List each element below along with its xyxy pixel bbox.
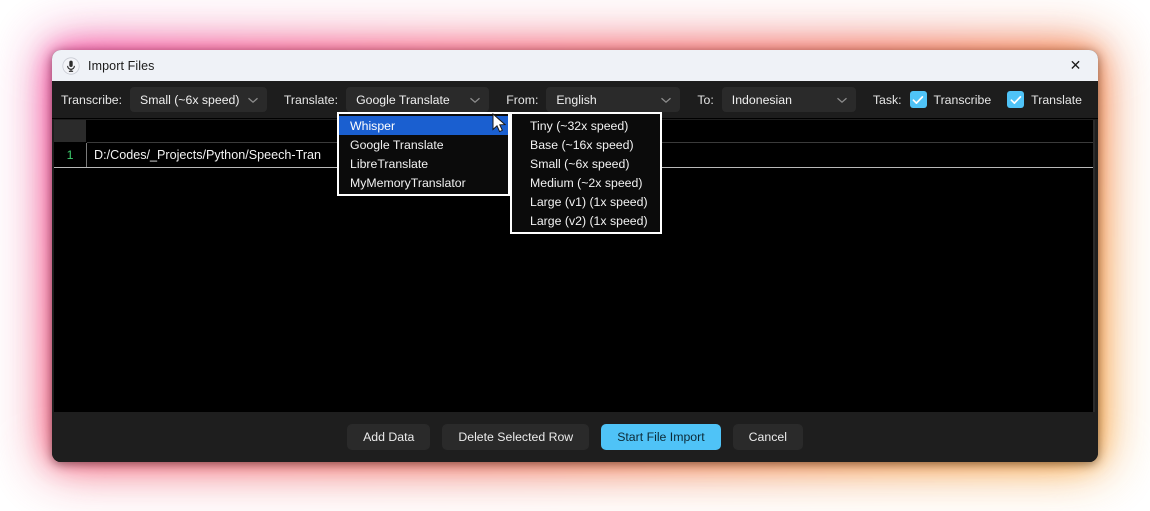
delete-selected-row-button[interactable]: Delete Selected Row [442,424,590,450]
footer-button-bar: Add Data Delete Selected Row Start File … [52,412,1098,462]
task-transcribe-checkbox[interactable]: Transcribe [909,91,992,108]
add-data-button[interactable]: Add Data [347,424,431,450]
transcribe-model-value: Small (~6x speed) [140,92,240,107]
cancel-button[interactable]: Cancel [732,424,803,450]
menu-item-google-translate[interactable]: Google Translate [339,135,508,154]
screen: Import Files ✕ Transcribe: Small (~6x sp… [0,0,1150,511]
to-language-select[interactable]: Indonesian [721,87,856,112]
task-label: Task: [872,92,902,107]
task-translate-checkbox[interactable]: Translate [1007,91,1082,108]
from-label: From: [506,92,539,107]
menu-item-whisper[interactable]: Whisper [339,116,508,135]
row-number: 1 [54,143,87,167]
chevron-down-icon [244,91,262,109]
chevron-down-icon [657,91,675,109]
menu-item-libretranslate[interactable]: LibreTranslate [339,154,508,173]
from-language-value: English [556,92,597,107]
task-checkbox-group: Transcribe Translate [909,91,1098,108]
microphone-icon [62,56,80,75]
transcribe-label: Transcribe: [61,92,123,107]
titlebar: Import Files ✕ [52,50,1098,81]
task-translate-label: Translate [1031,92,1082,107]
checkbox-checked-icon [909,91,927,108]
to-language-value: Indonesian [731,92,792,107]
menu-item-tiny[interactable]: Tiny (~32x speed) [512,116,660,135]
close-icon[interactable]: ✕ [1053,50,1098,81]
to-label: To: [697,92,714,107]
table-corner-cell[interactable] [54,120,87,143]
menu-item-mymemorytranslator[interactable]: MyMemoryTranslator [339,173,508,192]
start-file-import-button[interactable]: Start File Import [601,424,721,450]
menu-item-large-v1[interactable]: Large (v1) (1x speed) [512,192,660,211]
menu-item-small[interactable]: Small (~6x speed) [512,154,660,173]
whisper-model-menu: Tiny (~32x speed) Base (~16x speed) Smal… [510,112,662,234]
translate-engine-menu: Whisper Google Translate LibreTranslate … [337,112,510,196]
window-title: Import Files [88,58,155,73]
checkbox-checked-icon [1007,91,1025,108]
menu-item-medium[interactable]: Medium (~2x speed) [512,173,660,192]
chevron-down-icon [466,91,484,109]
transcribe-model-select[interactable]: Small (~6x speed) [130,87,267,112]
chevron-down-icon [833,91,851,109]
task-transcribe-label: Transcribe [933,92,992,107]
translate-label: Translate: [283,92,339,107]
menu-item-large-v2[interactable]: Large (v2) (1x speed) [512,211,660,230]
translate-engine-value: Google Translate [356,92,450,107]
menu-item-base[interactable]: Base (~16x speed) [512,135,660,154]
from-language-select[interactable]: English [546,87,681,112]
translate-engine-select[interactable]: Google Translate [346,87,490,112]
